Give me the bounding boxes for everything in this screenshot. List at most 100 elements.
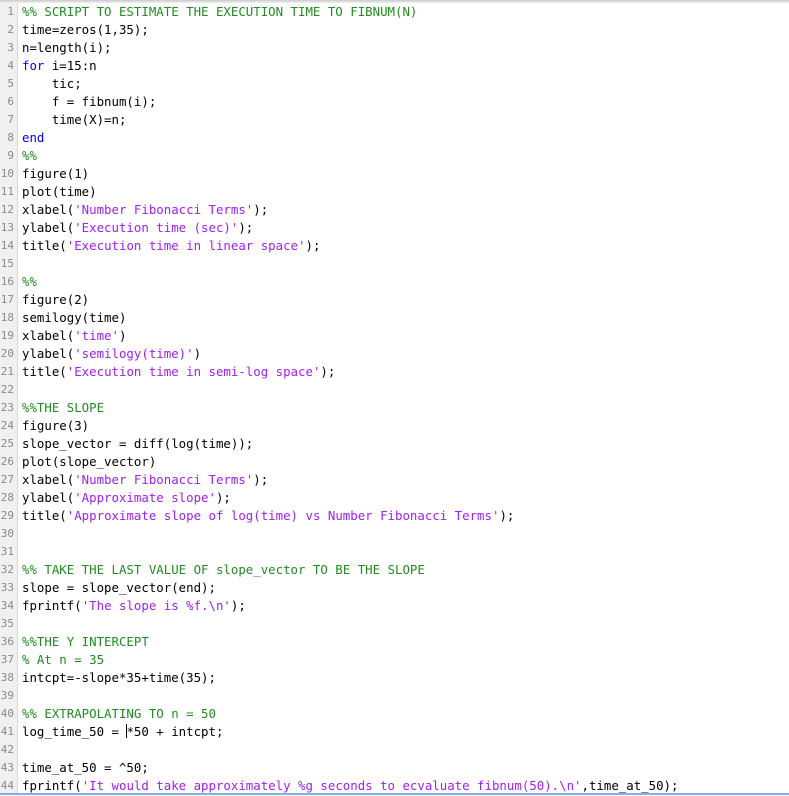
- code-line[interactable]: 1 %% SCRIPT TO ESTIMATE THE EXECUTION TIM…: [0, 3, 789, 21]
- code-line[interactable]: 29 title('Approximate slope of log(time) …: [0, 507, 789, 525]
- line-number: 1: [7, 5, 14, 18]
- line-code[interactable]: %%: [22, 147, 37, 165]
- code-line[interactable]: 19 xlabel('time'): [0, 327, 789, 345]
- code-line[interactable]: 20 ylabel('semilogy(time)'): [0, 345, 789, 363]
- code-line[interactable]: 38 intcpt=-slope*35+time(35);: [0, 669, 789, 687]
- code-line[interactable]: 16%%: [0, 273, 789, 291]
- line-code[interactable]: %% SCRIPT TO ESTIMATE THE EXECUTION TIME…: [22, 3, 417, 21]
- code-line[interactable]: 41 log_time_50 = *50 + intcpt;: [0, 723, 789, 741]
- code-line[interactable]: 9%%: [0, 147, 789, 165]
- line-code[interactable]: %%THE Y INTERCEPT: [22, 633, 149, 651]
- line-number: 36: [0, 635, 14, 648]
- code-line[interactable]: 8 end: [0, 129, 789, 147]
- code-line[interactable]: 14 title('Execution time in linear space'…: [0, 237, 789, 255]
- line-code[interactable]: title('Execution time in semi-log space'…: [22, 363, 335, 381]
- line-code[interactable]: figure(1): [22, 165, 89, 183]
- code-line[interactable]: 4 for i=15:n: [0, 57, 789, 75]
- code-line[interactable]: 5 tic;: [0, 75, 789, 93]
- line-code[interactable]: title('Approximate slope of log(time) vs…: [22, 507, 514, 525]
- code-token: time(X)=n;: [22, 112, 127, 127]
- code-line[interactable]: 10 figure(1): [0, 165, 789, 183]
- code-line[interactable]: 32 %% TAKE THE LAST VALUE OF slope_vector…: [0, 561, 789, 579]
- code-line[interactable]: 36 %%THE Y INTERCEPT: [0, 633, 789, 651]
- line-code[interactable]: % At n = 35: [22, 651, 104, 669]
- code-token: );: [230, 598, 246, 613]
- line-code[interactable]: xlabel('Number Fibonacci Terms');: [22, 201, 268, 219]
- code-line[interactable]: 21 title('Execution time in semi-log spac…: [0, 363, 789, 381]
- line-number: 3: [7, 41, 14, 54]
- line-code[interactable]: %%: [22, 273, 37, 291]
- code-line[interactable]: 43 time_at_50 = ^50;: [0, 759, 789, 777]
- line-code[interactable]: intcpt=-slope*35+time(35);: [22, 669, 216, 687]
- code-line[interactable]: 17 figure(2): [0, 291, 789, 309]
- code-line[interactable]: 42: [0, 741, 789, 759]
- code-line[interactable]: 12 xlabel('Number Fibonacci Terms');: [0, 201, 789, 219]
- line-code[interactable]: ylabel('Approximate slope');: [22, 489, 231, 507]
- line-code[interactable]: figure(3): [22, 417, 89, 435]
- line-code[interactable]: %%THE SLOPE: [22, 399, 104, 417]
- line-code[interactable]: title('Execution time in linear space');: [22, 237, 320, 255]
- line-code[interactable]: time=zeros(1,35);: [22, 21, 149, 39]
- line-number: 40: [0, 707, 14, 720]
- line-code[interactable]: log_time_50 = *50 + intcpt;: [22, 723, 223, 741]
- code-line[interactable]: 18 semilogy(time): [0, 309, 789, 327]
- line-code[interactable]: tic;: [22, 75, 82, 93]
- code-line[interactable]: 6 f = fibnum(i);: [0, 93, 789, 111]
- code-line[interactable]: 13 ylabel('Execution time (sec)');: [0, 219, 789, 237]
- code-line[interactable]: 7 time(X)=n;: [0, 111, 789, 129]
- code-token: semilogy(time): [22, 310, 127, 325]
- code-line[interactable]: 22: [0, 381, 789, 399]
- line-code[interactable]: ylabel('Execution time (sec)');: [22, 219, 253, 237]
- line-code[interactable]: n=length(i);: [22, 39, 112, 57]
- string-token: 'Approximate slope of log(time) vs Numbe…: [66, 508, 500, 523]
- line-code[interactable]: end: [22, 129, 44, 147]
- code-line[interactable]: 39: [0, 687, 789, 705]
- line-code[interactable]: f = fibnum(i);: [22, 93, 156, 111]
- code-line[interactable]: 30: [0, 525, 789, 543]
- line-code[interactable]: time(X)=n;: [22, 111, 127, 129]
- code-token: figure(3): [22, 418, 90, 433]
- code-line[interactable]: 34 fprintf('The slope is %f.\n');: [0, 597, 789, 615]
- code-line[interactable]: 27 xlabel('Number Fibonacci Terms');: [0, 471, 789, 489]
- code-line[interactable]: 35: [0, 615, 789, 633]
- code-token: title(: [22, 364, 67, 379]
- line-code[interactable]: %% EXTRAPOLATING TO n = 50: [22, 705, 216, 723]
- code-line[interactable]: 24 figure(3): [0, 417, 789, 435]
- line-code[interactable]: %% TAKE THE LAST VALUE OF slope_vector T…: [22, 561, 425, 579]
- line-code[interactable]: slope_vector = diff(log(time));: [22, 435, 253, 453]
- code-line[interactable]: 2 time=zeros(1,35);: [0, 21, 789, 39]
- code-line[interactable]: 37 % At n = 35: [0, 651, 789, 669]
- comment-token: % At n = 35: [22, 652, 105, 667]
- code-line[interactable]: 3 n=length(i);: [0, 39, 789, 57]
- code-token: intcpt=-slope*35+time(35);: [22, 670, 216, 685]
- line-code[interactable]: ylabel('semilogy(time)'): [22, 345, 201, 363]
- code-line[interactable]: 15: [0, 255, 789, 273]
- line-code[interactable]: plot(time): [22, 183, 97, 201]
- line-code[interactable]: slope = slope_vector(end);: [22, 579, 216, 597]
- line-code[interactable]: fprintf('The slope is %f.\n');: [22, 597, 246, 615]
- line-number: 37: [0, 653, 14, 666]
- line-code[interactable]: xlabel('Number Fibonacci Terms');: [22, 471, 268, 489]
- code-line[interactable]: 23 %%THE SLOPE: [0, 399, 789, 417]
- string-token: 'The slope is %f.\n': [81, 598, 231, 613]
- code-line[interactable]: 31: [0, 543, 789, 561]
- line-number: 43: [0, 761, 14, 774]
- line-code[interactable]: xlabel('time'): [22, 327, 126, 345]
- line-code[interactable]: plot(slope_vector): [22, 453, 156, 471]
- code-line[interactable]: 28 ylabel('Approximate slope');: [0, 489, 789, 507]
- code-editor[interactable]: 1 %% SCRIPT TO ESTIMATE THE EXECUTION TIM…: [0, 3, 789, 793]
- line-code[interactable]: semilogy(time): [22, 309, 126, 327]
- code-lines[interactable]: 1 %% SCRIPT TO ESTIMATE THE EXECUTION TIM…: [0, 3, 789, 795]
- code-line[interactable]: 33 slope = slope_vector(end);: [0, 579, 789, 597]
- comment-token: %%THE SLOPE: [22, 400, 105, 415]
- code-line[interactable]: 11 plot(time): [0, 183, 789, 201]
- code-line[interactable]: 40 %% EXTRAPOLATING TO n = 50: [0, 705, 789, 723]
- code-line[interactable]: 26 plot(slope_vector): [0, 453, 789, 471]
- code-token: title(: [22, 238, 67, 253]
- line-code[interactable]: figure(2): [22, 291, 89, 309]
- line-number: 14: [0, 239, 14, 252]
- string-token: 'Number Fibonacci Terms': [74, 202, 254, 217]
- line-code[interactable]: for i=15:n: [22, 57, 97, 75]
- code-line[interactable]: 25 slope_vector = diff(log(time));: [0, 435, 789, 453]
- line-code[interactable]: time_at_50 = ^50;: [22, 759, 149, 777]
